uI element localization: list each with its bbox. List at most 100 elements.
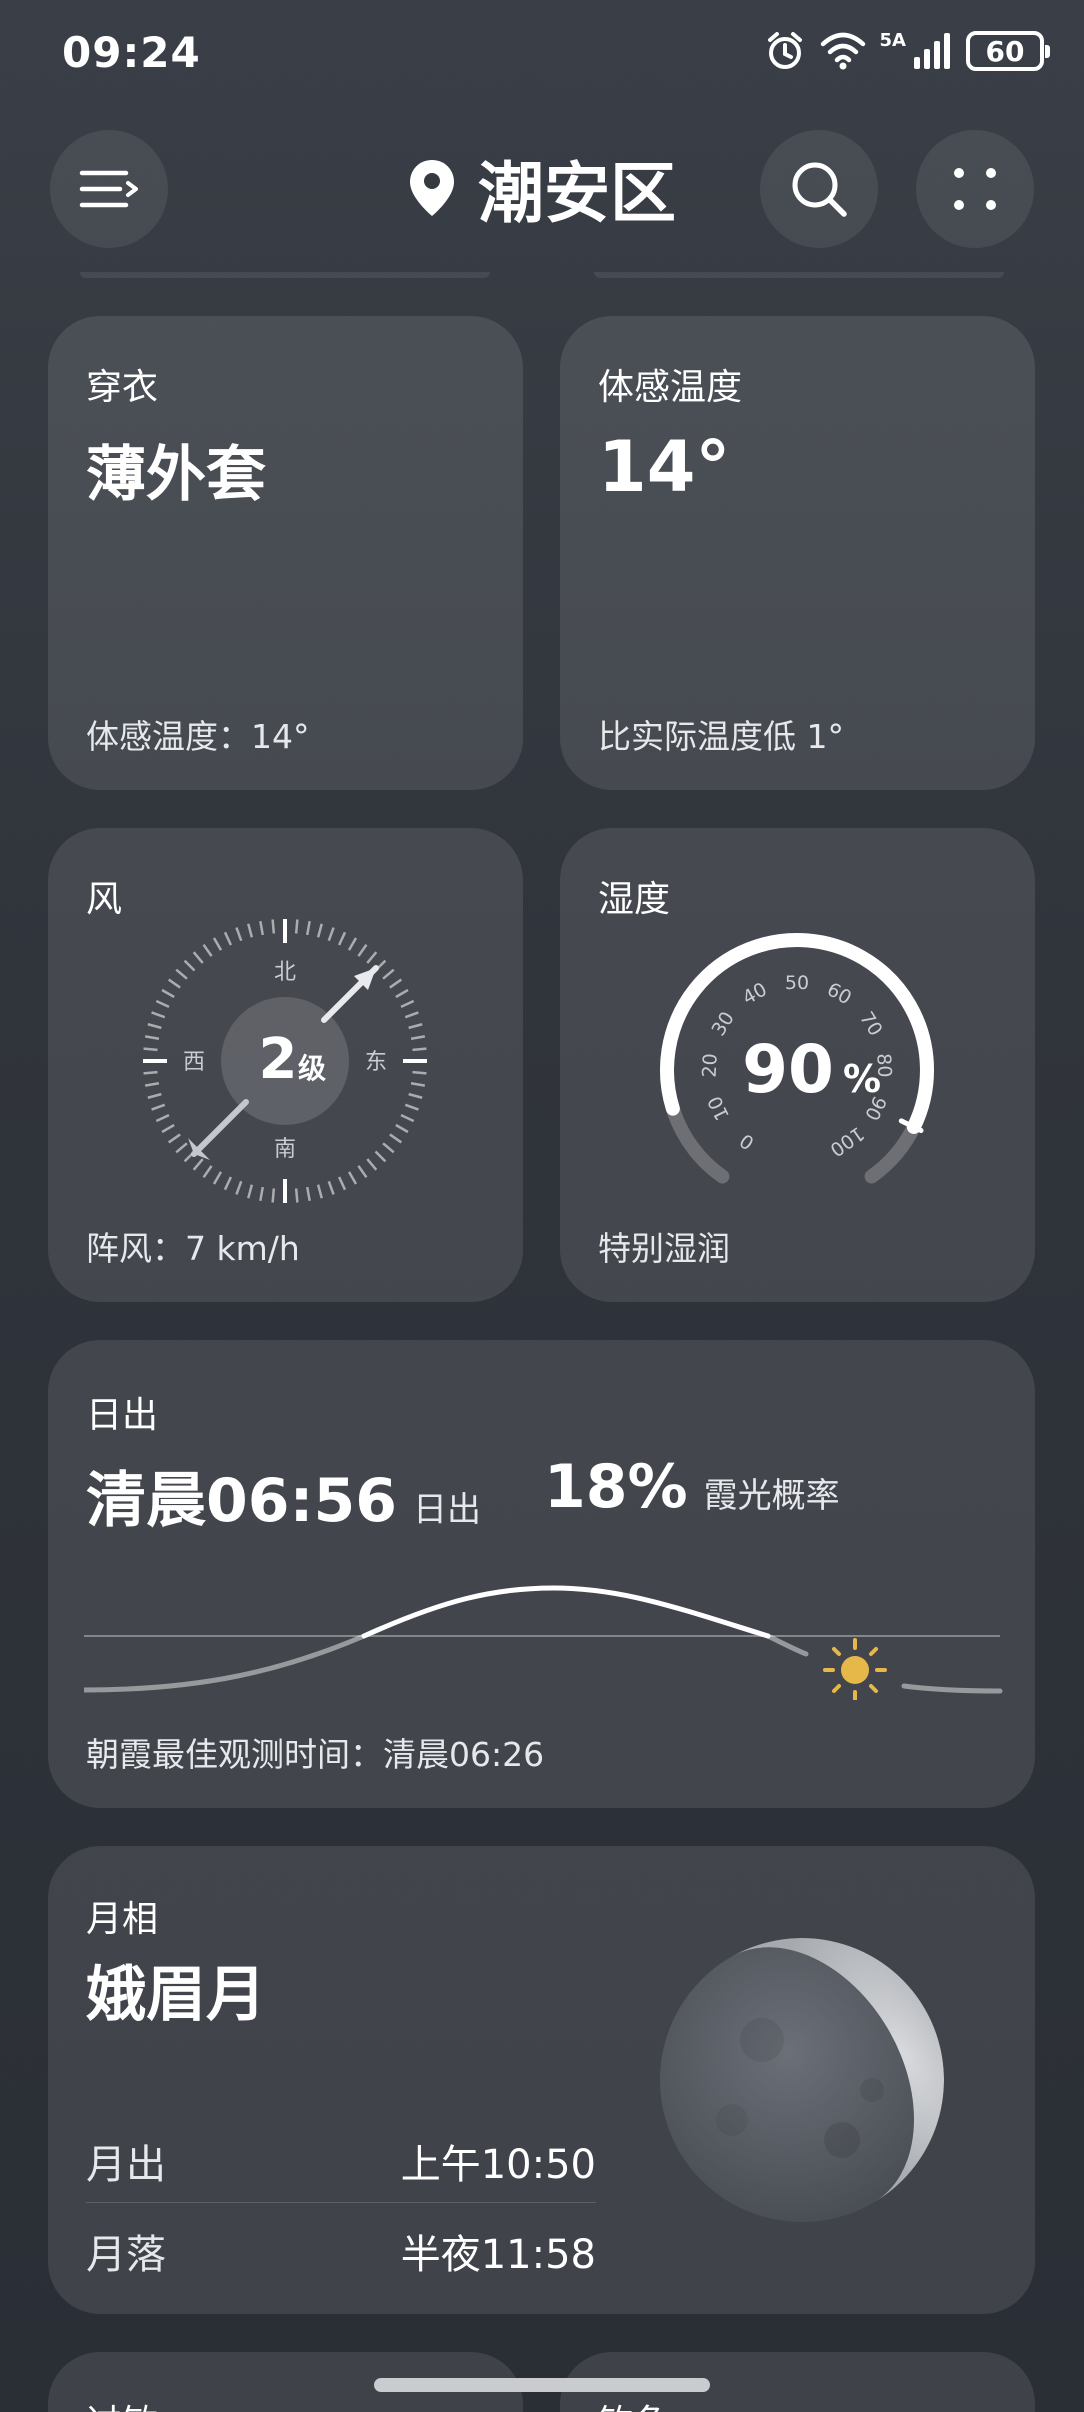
humidity-footer: 特别湿润 (598, 1229, 730, 1268)
glow-probability-value: 18% (544, 1452, 688, 1522)
compass-tick (347, 1171, 358, 1185)
compass-tick (202, 1165, 213, 1179)
compass-tick (147, 1092, 162, 1099)
network-label: 5A (879, 30, 906, 51)
previous-card-edge-left (80, 272, 490, 278)
wind-level-number: 2 (259, 1027, 298, 1092)
humidity-scale-label: 100 (826, 1122, 868, 1161)
compass-tick (316, 1184, 323, 1199)
wind-level-unit: 级 (298, 1052, 326, 1085)
more-button[interactable] (916, 130, 1034, 248)
compass-tick (305, 920, 311, 936)
feels-like-value: 14° (598, 426, 731, 508)
sun-path-chart (84, 1585, 1003, 1700)
compass-tick (223, 931, 233, 946)
compass-tick (389, 978, 403, 989)
compass-tick (305, 1186, 311, 1202)
wind-label: 风 (86, 879, 123, 920)
humidity-card[interactable]: 湿度 0 10 20 30 40 50 60 70 80 90 100 90 % 特别湿润 (560, 828, 1035, 1302)
compass-tick (235, 927, 243, 942)
home-indicator[interactable] (374, 2378, 710, 2392)
compass-tick (412, 1047, 427, 1052)
compass-tick (247, 923, 254, 938)
compass-tick (175, 968, 188, 980)
allergy-label: 过敏 (86, 2394, 158, 2412)
clothing-footer: 体感温度：14° (86, 717, 310, 756)
compass-tick (347, 937, 358, 951)
moon-label: 月相 (86, 1899, 159, 1940)
humidity-scale-label: 50 (785, 972, 809, 994)
humidity-scale-label: 10 (704, 1092, 734, 1123)
compass-tick (183, 959, 196, 972)
moonset-time: 半夜11:58 (400, 2232, 596, 2278)
feels-like-card[interactable]: 体感温度 14° 比实际温度低 1° (560, 316, 1035, 790)
sun-icon (823, 1638, 887, 1700)
humidity-gauge: 010203040 50 60708090100 90 % (660, 933, 934, 1184)
compass-tick (259, 1186, 265, 1202)
status-icons: 5A 60 (764, 30, 1050, 72)
compass-tick (144, 1081, 160, 1087)
compass-tick (382, 1142, 395, 1154)
compass-tick (294, 919, 299, 934)
location-title: 潮安区 (478, 155, 676, 232)
sun-path-night-left (84, 1633, 367, 1693)
compass-tick (271, 919, 276, 934)
compass-tick (192, 1158, 204, 1171)
compass-tick (410, 1035, 426, 1041)
compass-tick (161, 1123, 175, 1134)
compass-tick (357, 943, 368, 957)
compass-tick (389, 1133, 403, 1144)
compass-tick (247, 1184, 254, 1199)
compass-tick (395, 988, 409, 999)
more-icon (954, 168, 996, 210)
moonset-label: 月落 (86, 2232, 166, 2278)
humidity-scale-label: 20 (699, 1053, 722, 1078)
compass-tick (410, 1081, 426, 1087)
compass-tick (327, 927, 335, 942)
wind-card[interactable]: 风 北 南 东 西 2 级 阵风：7 km/h (48, 828, 523, 1302)
location-pin-icon (410, 160, 454, 216)
signal-icon (914, 33, 950, 69)
humidity-scale-label: 0 (736, 1129, 759, 1154)
status-time: 09:24 (62, 28, 201, 77)
glow-probability-row: 18% 霞光概率 (544, 1452, 840, 1522)
compass-east: 东 (365, 1050, 387, 1075)
compass-tick (412, 1070, 427, 1075)
search-icon (792, 162, 847, 217)
compass-tick (400, 1113, 415, 1123)
compass-tick (143, 1070, 158, 1075)
compass-tick (337, 1176, 347, 1191)
feels-like-label: 体感温度 (598, 367, 743, 408)
search-button[interactable] (760, 130, 878, 248)
compass-tick (316, 923, 323, 938)
compass-tick (395, 1123, 409, 1134)
humidity-label: 湿度 (598, 879, 671, 920)
moon-phase: 娥眉月 (86, 1960, 266, 2030)
compass-tick (202, 943, 213, 957)
compass-tick (167, 978, 181, 989)
moonrise-label: 月出 (86, 2142, 166, 2188)
moonset-row: 月落 半夜11:58 (86, 2222, 596, 2280)
clothing-label: 穿衣 (86, 367, 159, 408)
compass-tick (212, 1171, 223, 1185)
compass-south: 南 (274, 1137, 296, 1162)
wind-compass: 北 南 东 西 2 级 (143, 919, 427, 1203)
battery-level: 60 (985, 34, 1025, 68)
compass-tick (374, 1150, 387, 1163)
sunrise-footer: 朝霞最佳观测时间：清晨06:26 (86, 1735, 545, 1774)
sun-path-night-right (901, 1683, 1003, 1694)
sunrise-card[interactable]: 日出 清晨06:56 日出 18% 霞光概率 朝霞最佳观测时间：清晨06:26 (48, 1340, 1035, 1808)
humidity-value: 90 (742, 1031, 834, 1108)
compass-tick (192, 951, 204, 964)
clothing-card[interactable]: 穿衣 薄外套 体感温度：14° (48, 316, 523, 790)
compass-tick (143, 1047, 158, 1052)
moonrise-time: 上午10:50 (400, 2142, 596, 2188)
sun-path-night-mid (765, 1633, 809, 1657)
moonrise-row: 月出 上午10:50 (86, 2132, 596, 2190)
compass-tick (327, 1180, 335, 1195)
compass-tick (223, 1176, 233, 1191)
moon-card[interactable]: 月相 娥眉月 月出 上午10:50 月落 半夜11:58 (48, 1846, 1035, 2314)
compass-tick (161, 988, 175, 999)
sunrise-time: 清晨06:56 (86, 1466, 397, 1536)
sunrise-label: 日出 (86, 1395, 159, 1436)
